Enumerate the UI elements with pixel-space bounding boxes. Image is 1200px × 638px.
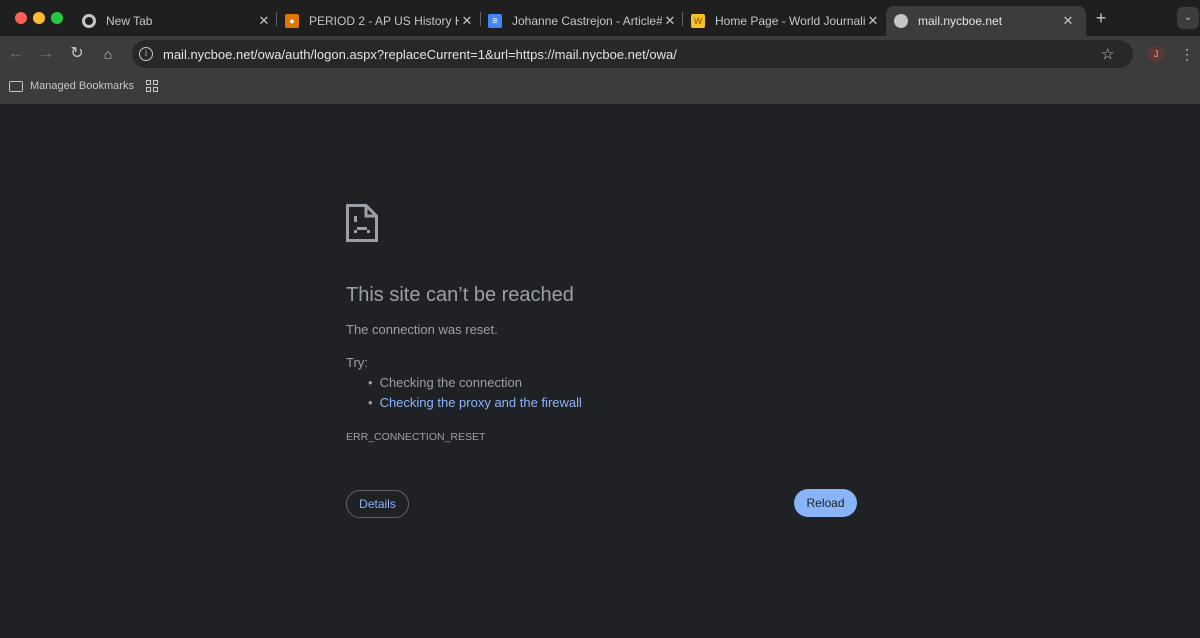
toolbar: ← → ↻ ⌂ i mail.nycboe.net/owa/auth/logon… <box>0 36 1200 72</box>
tab-world-journalism[interactable]: W Home Page - World Journalis ✕ <box>691 6 881 36</box>
close-tab-icon[interactable]: ✕ <box>459 13 475 29</box>
tab-new-tab[interactable]: New Tab ✕ <box>82 6 272 36</box>
chrome-icon <box>82 14 96 28</box>
suggestion-check-proxy-link[interactable]: Checking the proxy and the firewall <box>368 395 582 415</box>
tab-separator <box>276 12 277 26</box>
managed-bookmarks-folder[interactable]: Managed Bookmarks <box>9 80 134 92</box>
close-tab-icon[interactable]: ✕ <box>865 13 881 29</box>
folder-icon <box>9 80 23 92</box>
profile-avatar[interactable]: J <box>1148 46 1164 62</box>
apps-grid-icon[interactable] <box>146 80 158 92</box>
bookmark-star-icon[interactable]: ☆ <box>1101 45 1121 63</box>
home-button[interactable]: ⌂ <box>98 44 118 64</box>
sad-page-icon <box>346 204 378 242</box>
tab-separator <box>480 12 481 26</box>
suggestions-list: Checking the connection Checking the pro… <box>368 375 582 415</box>
docs-icon: ≡ <box>488 14 502 28</box>
tab-article[interactable]: ≡ Johanne Castrejon - Article# ✕ <box>488 6 678 36</box>
address-bar[interactable]: i mail.nycboe.net/owa/auth/logon.aspx?re… <box>132 40 1133 68</box>
error-message: The connection was reset. <box>346 322 498 337</box>
new-tab-button[interactable]: + <box>1091 8 1111 28</box>
classroom-icon: ● <box>285 14 299 28</box>
tab-separator <box>682 12 683 26</box>
globe-icon <box>894 14 908 28</box>
w-icon: W <box>691 14 705 28</box>
menu-kebab-icon[interactable]: ⋮ <box>1177 44 1197 64</box>
error-title: This site can’t be reached <box>346 284 574 306</box>
reload-icon[interactable]: ↻ <box>67 44 87 64</box>
forward-button[interactable]: → <box>36 44 56 64</box>
close-tab-icon[interactable]: ✕ <box>256 13 272 29</box>
tab-period-2[interactable]: ● PERIOD 2 - AP US History HU ✕ <box>285 6 475 36</box>
url-text[interactable]: mail.nycboe.net/owa/auth/logon.aspx?repl… <box>163 47 1101 62</box>
tab-mail-nycboe[interactable]: mail.nycboe.net ✕ <box>886 6 1086 36</box>
back-button[interactable]: ← <box>6 44 26 64</box>
maximize-window-button[interactable] <box>51 12 63 24</box>
close-window-button[interactable] <box>15 12 27 24</box>
close-tab-icon[interactable]: ✕ <box>1060 13 1076 29</box>
error-code: ERR_CONNECTION_RESET <box>346 431 486 443</box>
bookmarks-bar: Managed Bookmarks <box>0 72 1200 104</box>
details-button[interactable]: Details <box>346 490 409 518</box>
minimize-window-button[interactable] <box>33 12 45 24</box>
site-info-icon[interactable]: i <box>139 47 153 61</box>
try-label: Try: <box>346 355 368 370</box>
tab-strip: New Tab ✕ ● PERIOD 2 - AP US History HU … <box>0 0 1200 36</box>
suggestion-check-connection: Checking the connection <box>368 375 582 395</box>
reload-button[interactable]: Reload <box>794 489 857 517</box>
tab-search-button[interactable]: ⌄ <box>1177 7 1199 29</box>
close-tab-icon[interactable]: ✕ <box>662 13 678 29</box>
